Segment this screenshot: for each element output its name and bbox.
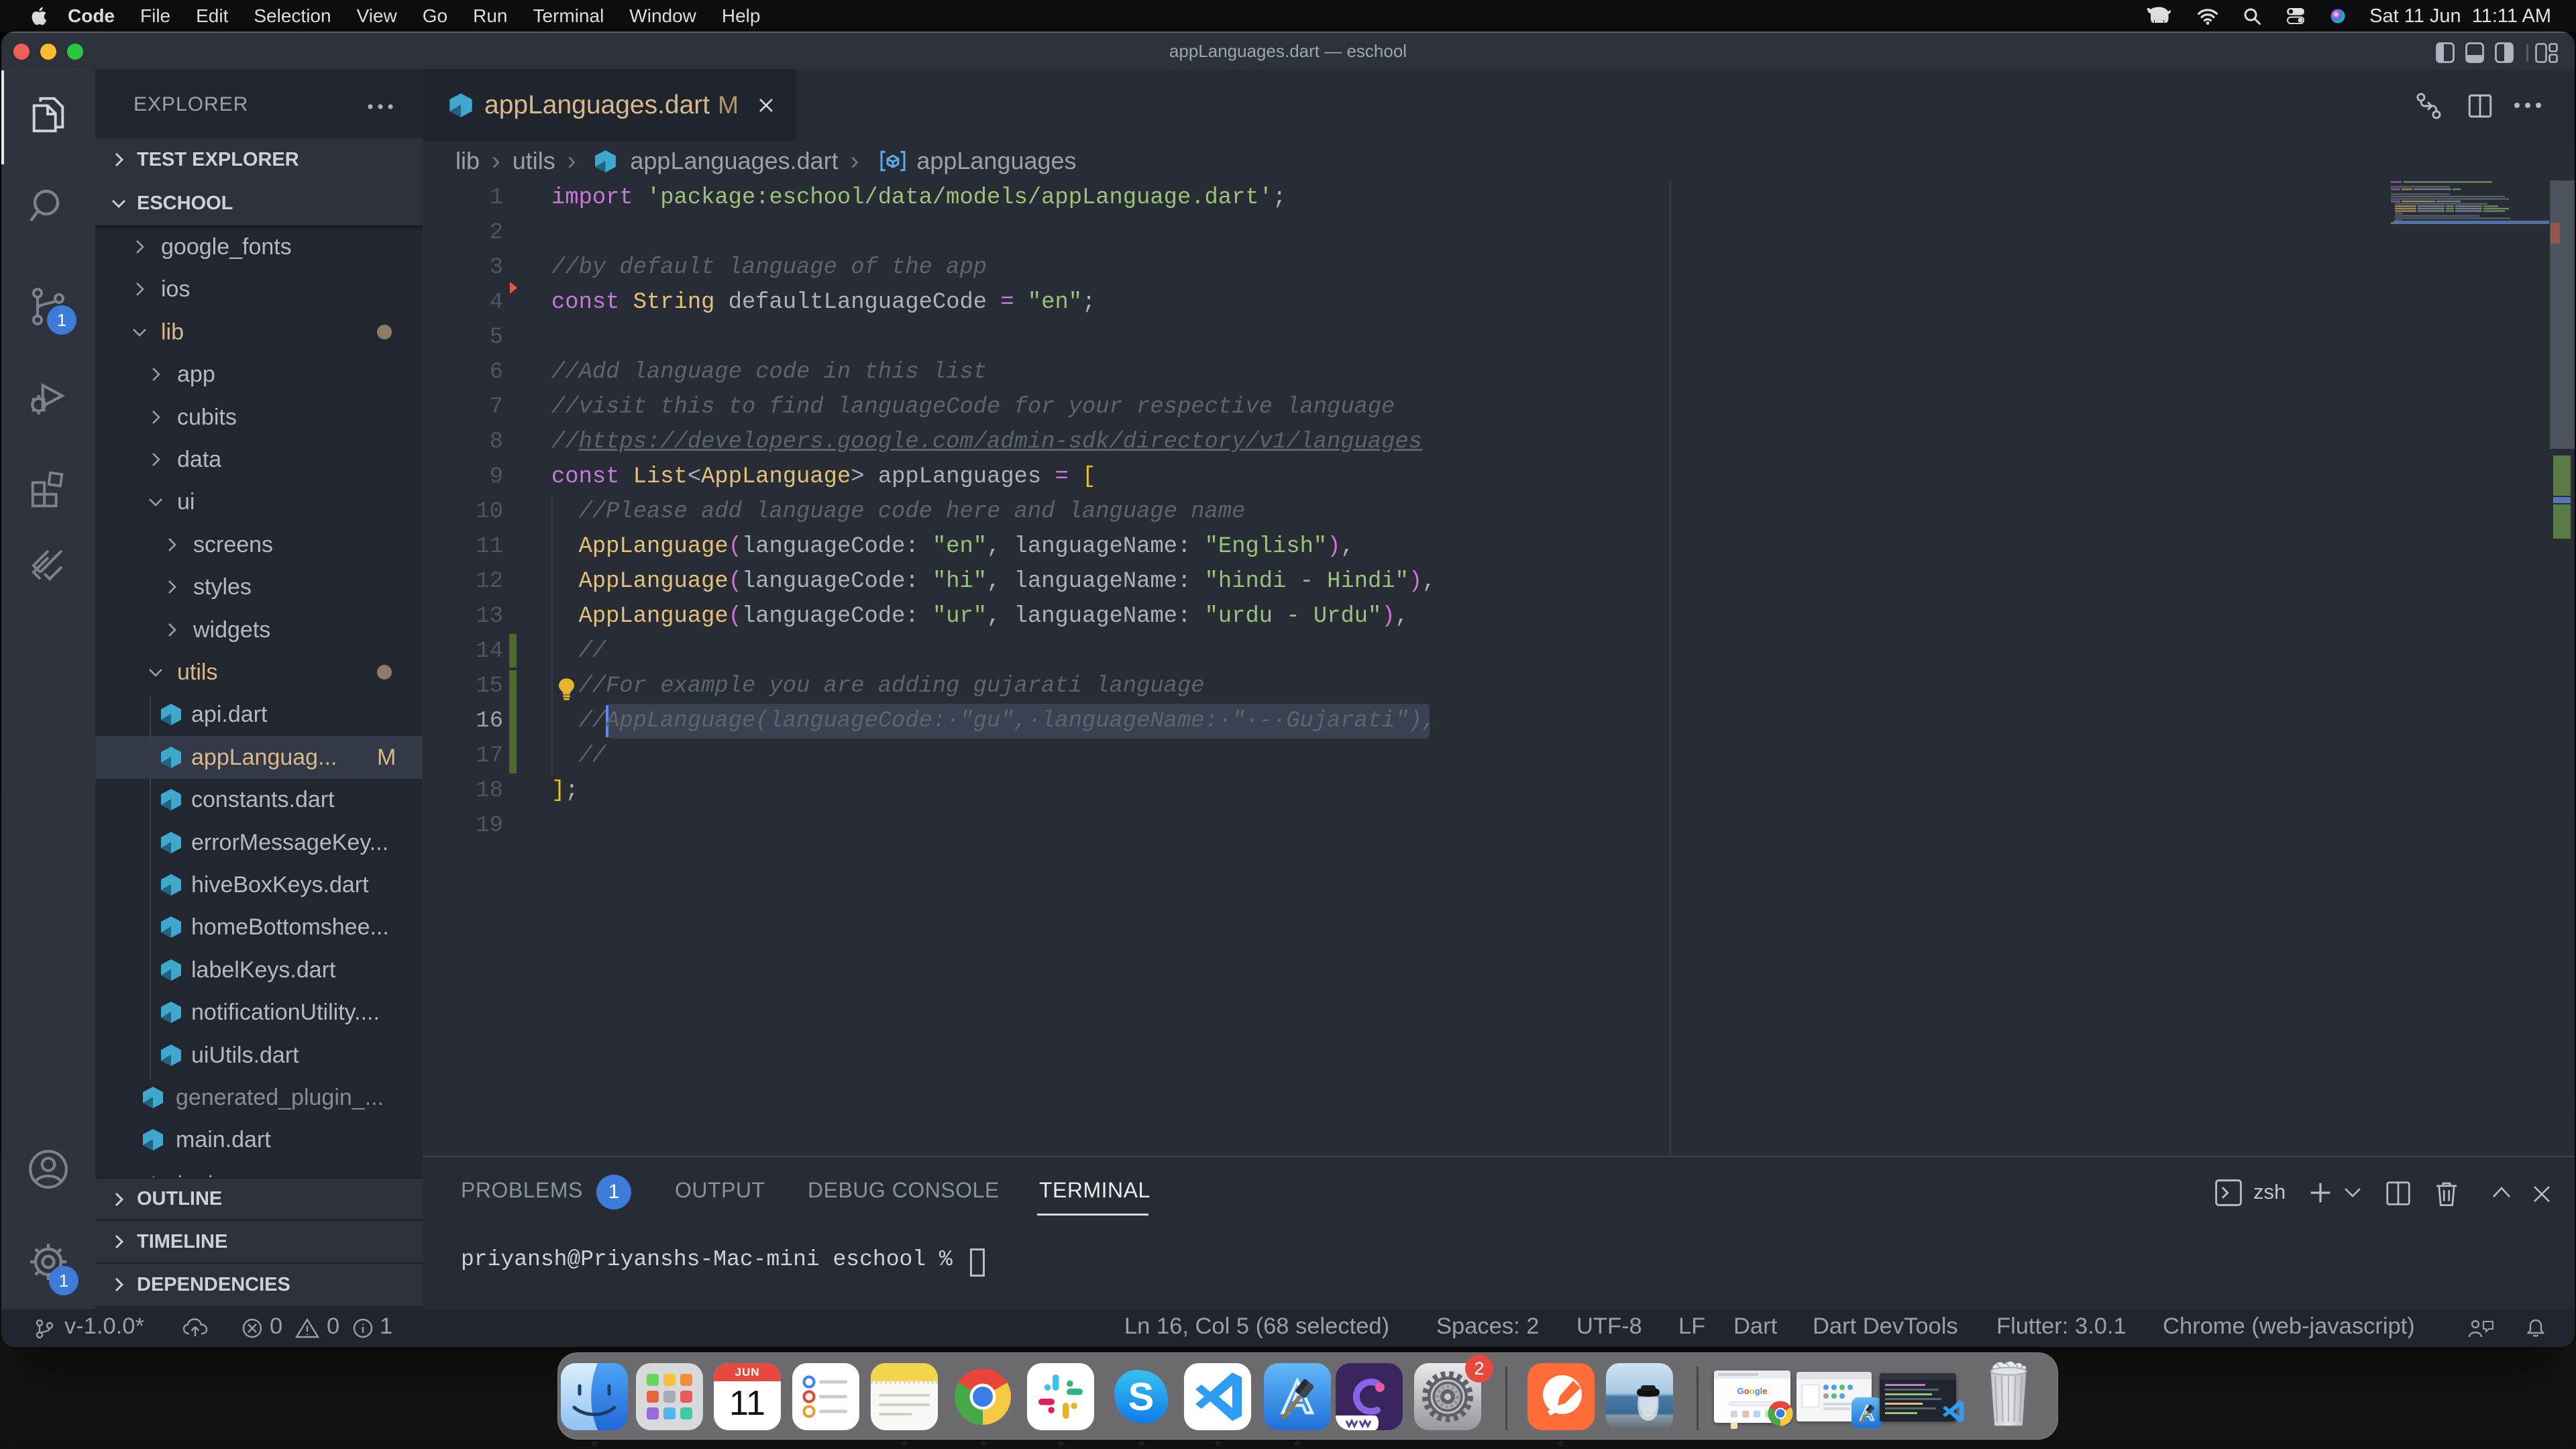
svg-text:S: S (1128, 1375, 1155, 1419)
